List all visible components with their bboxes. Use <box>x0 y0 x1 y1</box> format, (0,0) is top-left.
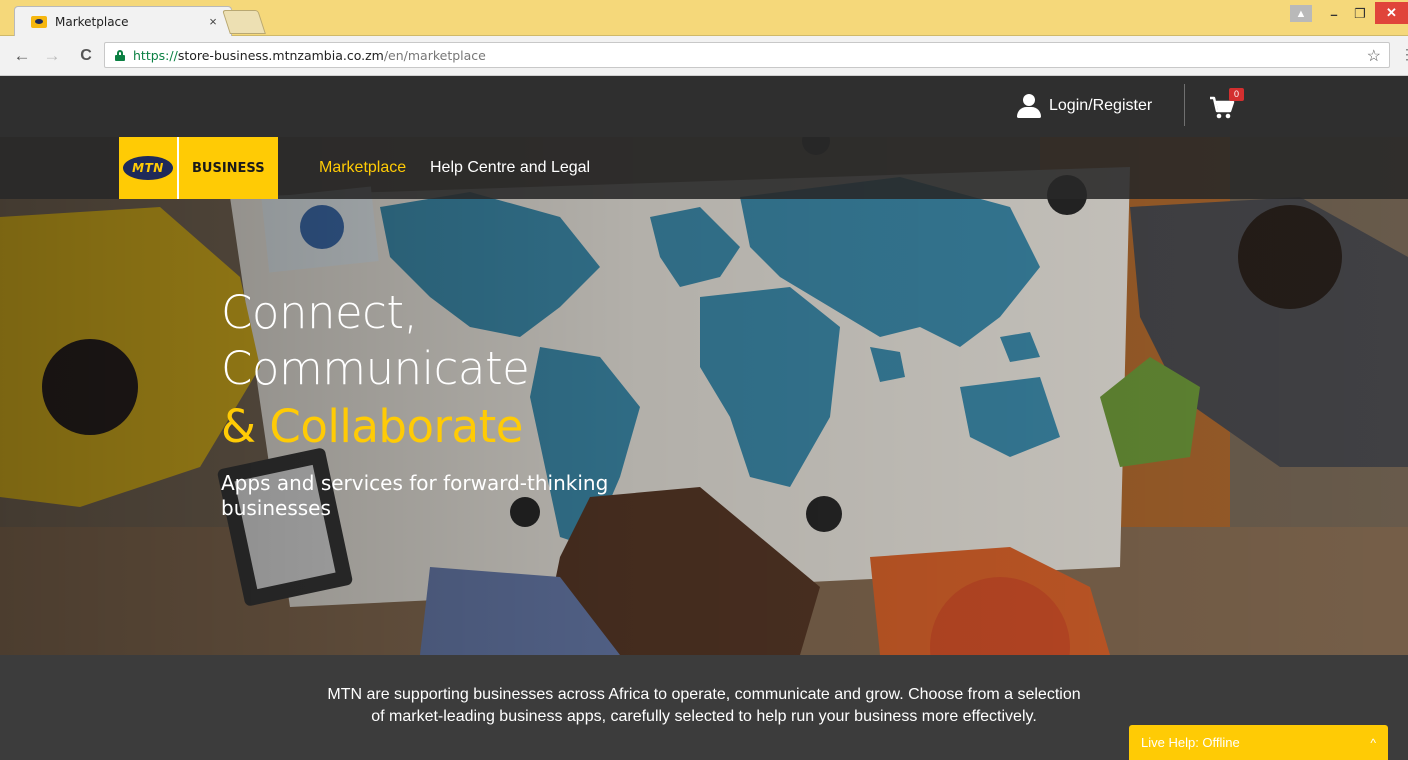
back-icon[interactable]: ← <box>10 44 34 68</box>
hero-banner: Connect, Communicate & Collaborate Apps … <box>0 137 1408 655</box>
live-help-label: Live Help: Offline <box>1141 735 1240 750</box>
url-host: store-business.mtnzambia.co.zm <box>177 47 384 63</box>
logo-mark-text: MTN <box>132 161 164 175</box>
login-register-link[interactable]: Login/Register <box>1016 90 1152 122</box>
url-path: /en/marketplace <box>383 47 486 63</box>
logo-word: BUSINESS <box>192 160 265 176</box>
hero-headline: Connect, Communicate & Collaborate Apps … <box>221 285 781 521</box>
chevron-up-icon: ^ <box>1370 735 1376 750</box>
address-bar[interactable]: https:// store-business.mtnzambia.co.zm … <box>104 42 1390 68</box>
user-icon <box>1016 93 1042 119</box>
cart-button[interactable]: 0 <box>1209 88 1244 122</box>
nav-marketplace[interactable]: Marketplace <box>319 159 406 177</box>
tab-close-icon[interactable]: × <box>205 14 221 29</box>
hero-line-collaborate: & Collaborate <box>221 400 523 453</box>
mtn-logo-icon: MTN <box>119 137 179 199</box>
cart-count-badge: 0 <box>1229 88 1244 101</box>
reload-icon[interactable]: C <box>74 44 98 68</box>
hero-line-communicate: Communicate <box>221 342 530 395</box>
url-scheme: https:// <box>133 47 178 63</box>
live-help-widget[interactable]: Live Help: Offline ^ <box>1129 725 1388 760</box>
lock-icon <box>115 49 125 61</box>
hero-subtitle: Apps and services for forward-thinking b… <box>221 471 609 520</box>
minimize-icon[interactable]: – <box>1322 4 1346 24</box>
browser-toolbar: ← → C https:// store-business.mtnzambia.… <box>0 36 1408 76</box>
site-top-bar: Login/Register 0 <box>0 76 1408 137</box>
forward-icon[interactable]: → <box>40 44 64 68</box>
close-window-icon[interactable]: ✕ <box>1375 2 1408 24</box>
browser-title-bar: Marketplace × ▲ – ❐ ✕ <box>0 0 1408 36</box>
bookmark-star-icon[interactable]: ☆ <box>1367 46 1381 66</box>
profile-icon[interactable]: ▲ <box>1290 5 1312 22</box>
header-divider <box>1184 84 1185 126</box>
intro-text: MTN are supporting businesses across Afr… <box>327 686 1081 725</box>
tab-title: Marketplace <box>55 14 129 29</box>
new-tab-button[interactable] <box>222 10 266 34</box>
login-label: Login/Register <box>1049 97 1153 114</box>
browser-menu-icon[interactable]: ⋮ <box>1400 46 1408 63</box>
mtn-business-logo[interactable]: MTN BUSINESS <box>119 137 278 199</box>
mtn-favicon-icon <box>31 15 47 28</box>
hero-line-connect: Connect, <box>221 286 418 339</box>
maximize-icon[interactable]: ❐ <box>1348 4 1372 24</box>
site-nav: MTN BUSINESS Marketplace Help Centre and… <box>0 137 1408 199</box>
browser-tab[interactable]: Marketplace × <box>14 6 232 36</box>
nav-help-centre-legal[interactable]: Help Centre and Legal <box>430 159 590 177</box>
